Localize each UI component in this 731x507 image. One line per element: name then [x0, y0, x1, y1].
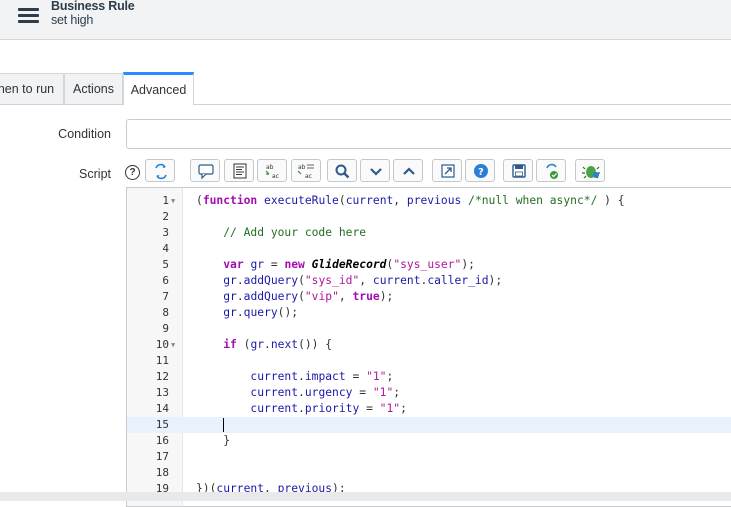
script-label: Script [79, 167, 111, 181]
code-text: if (gr.next()) { [223, 338, 333, 351]
line-number: 9 [162, 322, 169, 335]
chevron-up-icon [403, 167, 415, 175]
line-number: 11 [155, 354, 169, 367]
code-line[interactable]: 9 [127, 321, 731, 337]
replace-icon: ab ac [265, 164, 279, 180]
code-text: gr.addQuery("vip", true); [223, 290, 394, 303]
format-code-button[interactable] [224, 159, 254, 182]
fullscreen-button[interactable] [432, 159, 462, 182]
code-text: current.impact = "1"; [250, 370, 394, 383]
script-debugger-icon [546, 163, 558, 179]
code-line[interactable]: 11 [127, 353, 731, 369]
svg-text:ab: ab [266, 164, 274, 171]
text-cursor [223, 418, 225, 432]
replace-all-button[interactable]: ab ac [291, 159, 321, 182]
toggle-syntax-editor-button[interactable] [145, 159, 175, 182]
section-tabs: hen to run Actions Advanced [0, 72, 731, 105]
code-line[interactable]: 15 [127, 417, 731, 433]
condition-input[interactable] [126, 119, 731, 149]
search-button[interactable] [327, 159, 357, 182]
fullscreen-icon [441, 164, 455, 178]
code-line[interactable]: 14 current.priority = "1"; [127, 401, 731, 417]
question-icon: ? [474, 164, 488, 178]
condition-label: Condition [58, 127, 111, 141]
bug-icon [582, 166, 600, 179]
line-number: 14 [155, 402, 169, 415]
line-number: 17 [155, 450, 169, 463]
fold-toggle-icon[interactable]: ▼ [171, 337, 175, 353]
code-line[interactable]: 5 var gr = new GlideRecord("sys_user"); [127, 257, 731, 273]
svg-text:ab: ab [298, 164, 306, 171]
code-line[interactable]: 6 gr.addQuery("sys_id", current.caller_i… [127, 273, 731, 289]
line-number: 2 [162, 210, 169, 223]
line-number: 8 [162, 306, 169, 319]
form-header: Business Rule set high [0, 0, 731, 40]
line-number: 15 [155, 418, 169, 431]
code-line[interactable]: 17 [127, 449, 731, 465]
tab-when-to-run[interactable]: hen to run [0, 73, 64, 104]
format-code-icon [233, 163, 247, 179]
help-icon[interactable]: ? [125, 165, 140, 180]
line-number: 1 [162, 194, 169, 207]
line-number: 4 [162, 242, 169, 255]
code-line[interactable]: 13 current.urgency = "1"; [127, 385, 731, 401]
code-line[interactable]: 12 current.impact = "1"; [127, 369, 731, 385]
code-text: var gr = new GlideRecord("sys_user"); [223, 258, 475, 271]
chevron-down-icon [370, 168, 382, 176]
save-button[interactable] [503, 159, 533, 182]
tab-advanced[interactable]: Advanced [123, 72, 194, 105]
menu-icon[interactable] [18, 6, 40, 24]
record-name-subtitle: set high [51, 13, 94, 27]
line-number: 7 [162, 290, 169, 303]
comment-button[interactable] [190, 159, 220, 182]
code-text: gr.addQuery("sys_id", current.caller_id)… [223, 274, 503, 287]
line-number: 3 [162, 226, 169, 239]
toggle-syntax-editor-icon [155, 163, 167, 180]
comment-icon [198, 164, 214, 180]
bottom-scrollbar[interactable] [0, 492, 731, 501]
replace-all-icon: ab ac [297, 164, 314, 180]
code-line[interactable]: 18 [127, 465, 731, 481]
tab-actions[interactable]: Actions [64, 73, 123, 104]
line-number: 5 [162, 258, 169, 271]
script-help-button[interactable]: ? [465, 159, 495, 182]
code-text: current.priority = "1"; [250, 402, 407, 415]
line-number: 13 [155, 386, 169, 399]
script-debugger-button[interactable] [536, 159, 566, 182]
expand-button[interactable] [393, 159, 423, 182]
line-number: 10 [155, 338, 169, 351]
collapse-button[interactable] [360, 159, 390, 182]
save-icon [512, 164, 526, 178]
code-line[interactable]: 8 gr.query(); [127, 305, 731, 321]
code-line[interactable]: 3 // Add your code here [127, 225, 731, 241]
svg-text:?: ? [478, 167, 484, 178]
code-line[interactable]: 10 ▼ if (gr.next()) { [127, 337, 731, 353]
code-line[interactable]: 2 [127, 209, 731, 225]
code-text: // Add your code here [223, 226, 367, 239]
line-number: 16 [155, 434, 169, 447]
code-line[interactable]: 7 gr.addQuery("vip", true); [127, 289, 731, 305]
script-editor[interactable]: 1 ▼ (function executeRule(current, previou… [126, 187, 731, 507]
code-line[interactable]: 4 [127, 241, 731, 257]
code-text: gr.query(); [223, 306, 299, 319]
line-number: 12 [155, 370, 169, 383]
fold-toggle-icon[interactable]: ▼ [171, 193, 175, 209]
search-icon [335, 164, 350, 179]
line-number: 18 [155, 466, 169, 479]
code-text: } [196, 434, 231, 447]
svg-text:ac: ac [305, 173, 312, 180]
record-type-title: Business Rule [51, 0, 135, 13]
code-text: current.urgency = "1"; [250, 386, 401, 399]
code-text: (function executeRule(current, previous … [196, 194, 625, 207]
code-line[interactable]: 1 ▼ (function executeRule(current, previou… [127, 193, 731, 209]
svg-text:ac: ac [272, 173, 279, 180]
debug-button[interactable] [575, 159, 605, 182]
replace-button[interactable]: ab ac [257, 159, 287, 182]
code-line[interactable]: 16 } [127, 433, 731, 449]
line-number: 6 [162, 274, 169, 287]
